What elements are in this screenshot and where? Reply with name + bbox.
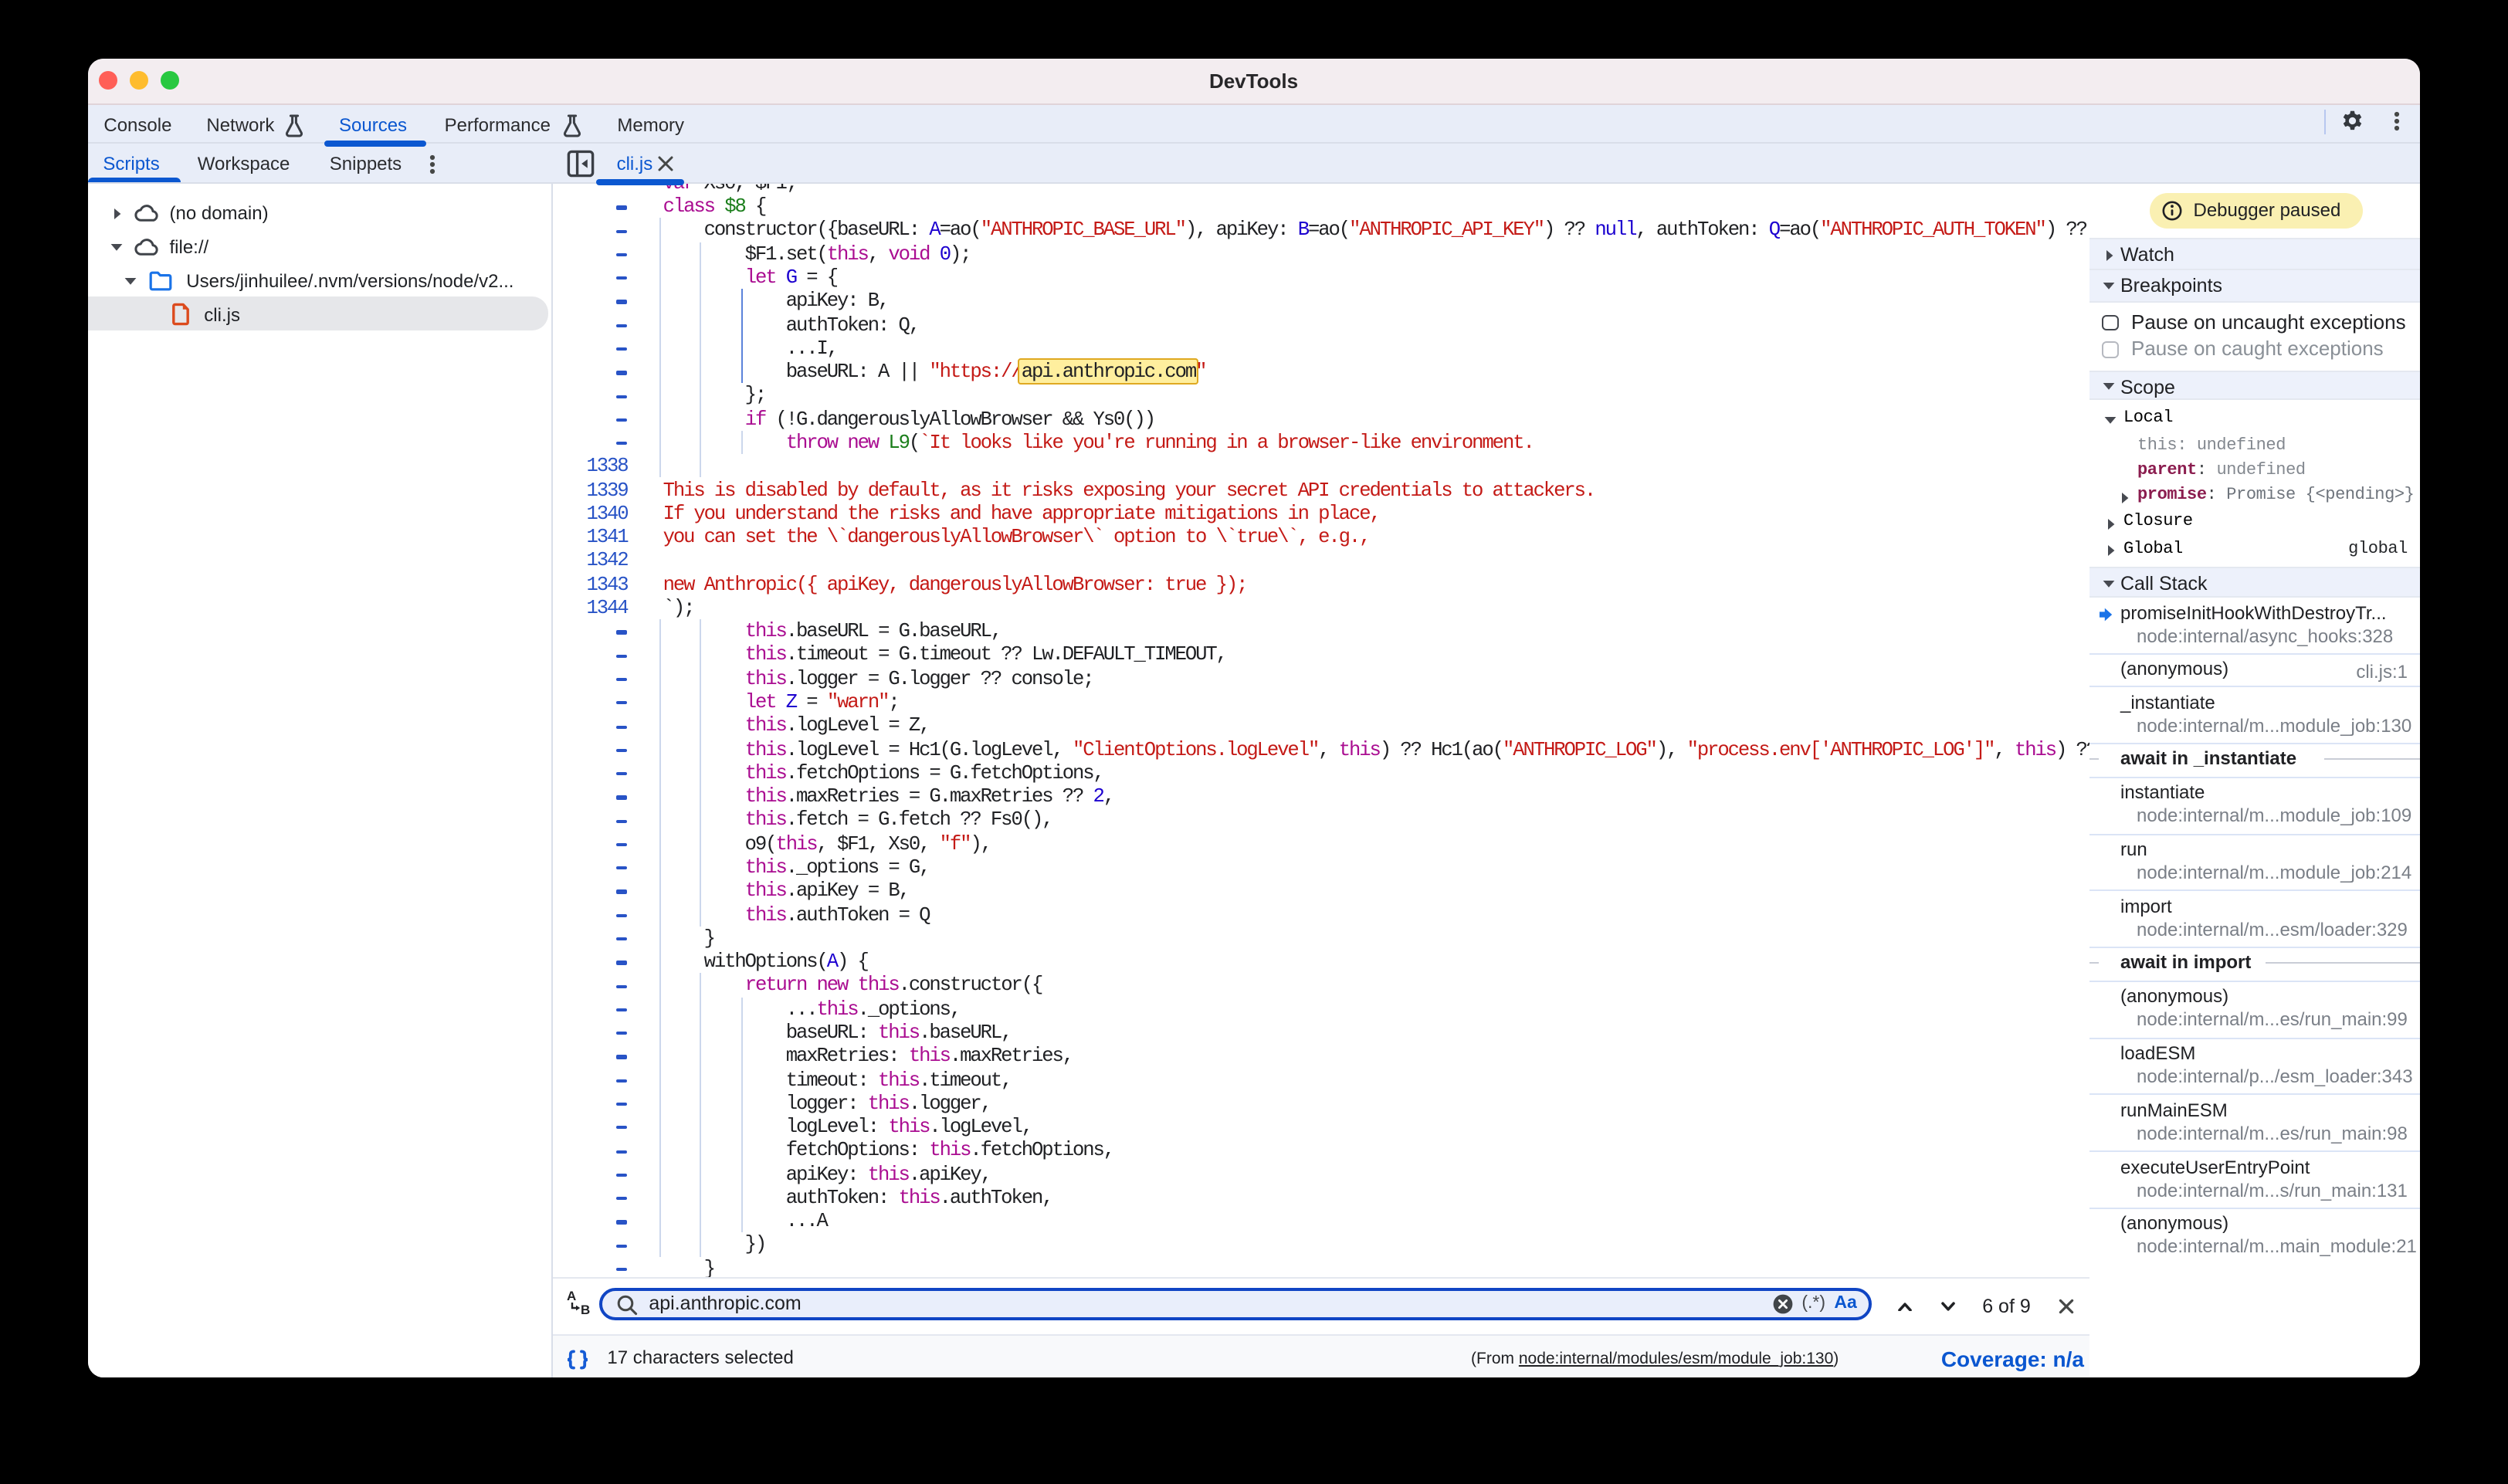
svg-text:A: A — [567, 1289, 576, 1303]
svg-text:B: B — [581, 1302, 590, 1315]
